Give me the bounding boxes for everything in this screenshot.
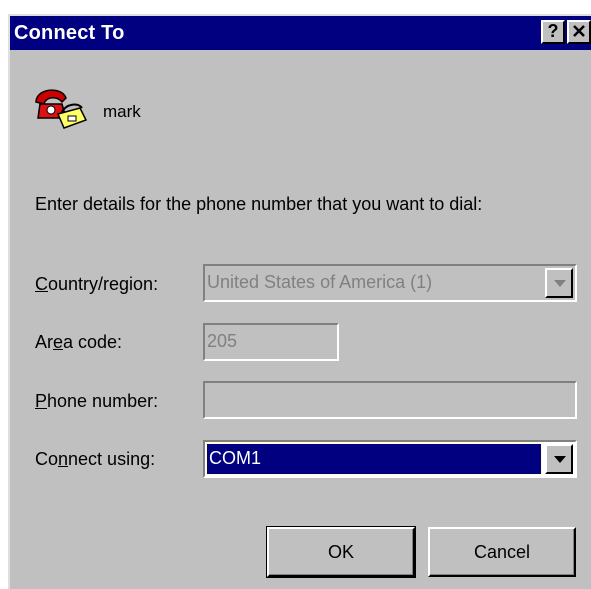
country-region-value: United States of America (1) <box>207 272 433 292</box>
phone-number-input[interactable] <box>203 381 577 419</box>
access-key: n <box>58 449 69 469</box>
label-text: ountry/region: <box>48 274 159 294</box>
connect-dropdown-button[interactable] <box>545 444 573 474</box>
phone-connection-icon <box>32 78 88 132</box>
label-text: nect using: <box>68 449 156 469</box>
connect-using-select[interactable]: COM1 <box>203 440 577 478</box>
access-key: C <box>35 274 48 294</box>
area-code-value: 205 <box>207 331 238 351</box>
label-text: Co <box>35 449 59 469</box>
ok-button[interactable]: OK <box>266 526 416 578</box>
entry-name: mark <box>103 102 141 121</box>
connect-to-dialog: Connect To ? mark Enter details for the … <box>8 14 591 589</box>
title-bar[interactable]: Connect To ? <box>10 16 591 50</box>
access-key: e <box>53 332 64 352</box>
close-button[interactable] <box>567 20 591 44</box>
dialog-title: Connect To <box>14 22 125 44</box>
close-icon <box>573 25 585 37</box>
country-region-select[interactable]: United States of America (1) <box>203 264 577 302</box>
access-key: P <box>35 391 48 411</box>
country-region-label: Country/region: <box>35 274 158 295</box>
help-button[interactable]: ? <box>541 20 565 44</box>
label-text: Ar <box>35 332 53 352</box>
area-code-input[interactable]: 205 <box>203 323 339 361</box>
connect-using-value: COM1 <box>206 443 542 475</box>
instructions-text: Enter details for the phone number that … <box>35 194 483 214</box>
connect-using-label: Connect using: <box>35 449 155 470</box>
area-code-label: Area code: <box>35 332 122 353</box>
chevron-down-icon <box>554 456 566 463</box>
cancel-button[interactable]: Cancel <box>428 527 576 577</box>
chevron-down-icon <box>554 280 566 287</box>
label-text: a code: <box>63 332 123 352</box>
country-dropdown-button[interactable] <box>545 268 573 298</box>
phone-number-label: Phone number: <box>35 391 158 412</box>
label-text: hone number: <box>47 391 159 411</box>
